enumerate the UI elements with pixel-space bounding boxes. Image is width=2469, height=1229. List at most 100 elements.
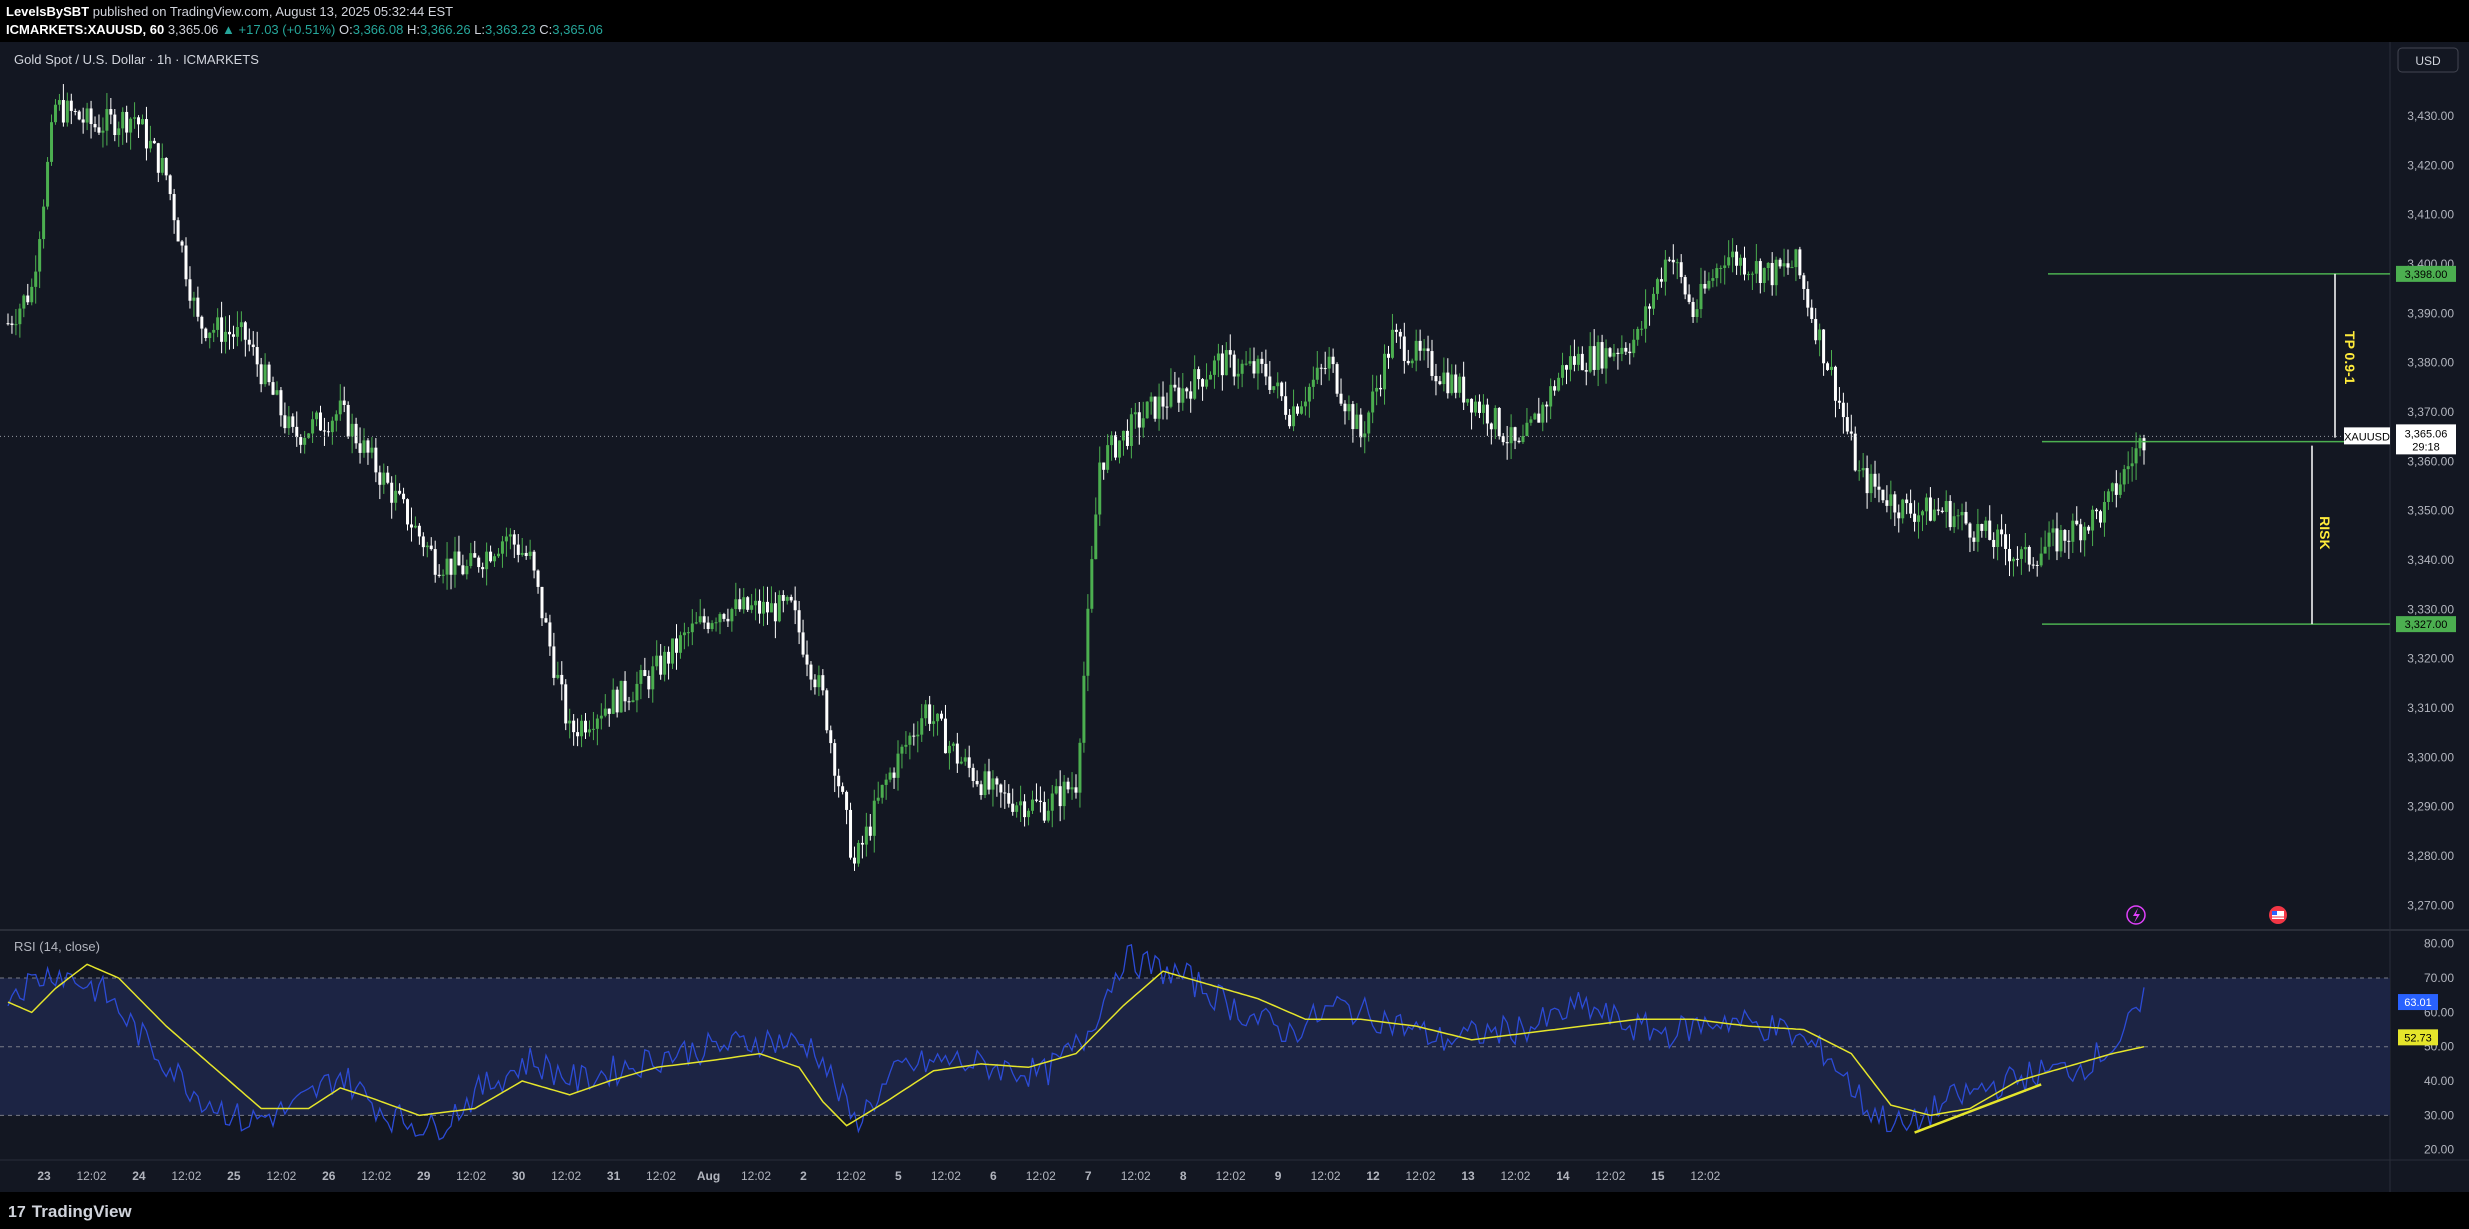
candle-body[interactable] (876, 797, 880, 801)
candle-body[interactable] (38, 239, 42, 272)
candle-body[interactable] (413, 525, 417, 528)
candle-body[interactable] (1185, 388, 1189, 392)
candle-body[interactable] (1023, 801, 1027, 818)
candle-body[interactable] (698, 616, 702, 623)
candle-body[interactable] (1568, 356, 1572, 370)
candle-body[interactable] (793, 600, 797, 611)
candle-body[interactable] (354, 423, 358, 444)
candle-body[interactable] (1137, 412, 1141, 428)
candle-body[interactable] (1327, 356, 1331, 369)
candle-body[interactable] (1818, 329, 1822, 341)
candle-body[interactable] (394, 490, 398, 503)
candle-body[interactable] (2079, 524, 2083, 541)
candle-body[interactable] (1964, 511, 1968, 524)
candle-body[interactable] (1889, 494, 1893, 506)
candle-body[interactable] (1359, 414, 1363, 438)
candle-body[interactable] (1323, 368, 1327, 370)
candle-body[interactable] (311, 419, 315, 434)
candle-body[interactable] (849, 809, 853, 858)
candle-body[interactable] (1070, 787, 1074, 790)
candle-body[interactable] (1054, 786, 1058, 794)
candle-body[interactable] (1090, 559, 1094, 609)
candle-body[interactable] (694, 622, 698, 624)
candle-body[interactable] (247, 339, 251, 345)
candle-body[interactable] (346, 404, 350, 437)
candle-body[interactable] (959, 761, 963, 764)
candle-body[interactable] (540, 586, 544, 619)
candle-body[interactable] (1398, 331, 1402, 337)
candle-body[interactable] (1723, 265, 1727, 268)
candle-body[interactable] (2138, 438, 2142, 449)
candle-body[interactable] (1572, 356, 1576, 365)
currency-button[interactable]: USD (2397, 47, 2459, 73)
candle-body[interactable] (564, 684, 568, 724)
candle-body[interactable] (89, 108, 93, 125)
candle-body[interactable] (1260, 358, 1264, 364)
candle-body[interactable] (1034, 799, 1038, 801)
candle-body[interactable] (1133, 412, 1137, 415)
candle-body[interactable] (445, 558, 449, 575)
candle-body[interactable] (987, 771, 991, 790)
candle-body[interactable] (1118, 440, 1122, 458)
candle-body[interactable] (1596, 342, 1600, 370)
candle-body[interactable] (837, 775, 841, 787)
candle-body[interactable] (1715, 268, 1719, 279)
candle-body[interactable] (1691, 301, 1695, 318)
candle-body[interactable] (1284, 396, 1288, 415)
candle-body[interactable] (1121, 430, 1125, 441)
candle-body[interactable] (129, 118, 133, 133)
candle-body[interactable] (1489, 423, 1493, 430)
candle-body[interactable] (682, 632, 686, 636)
candle-body[interactable] (1814, 318, 1818, 341)
candle-body[interactable] (1355, 414, 1359, 430)
candle-body[interactable] (860, 842, 864, 845)
candle-body[interactable] (1375, 387, 1379, 392)
candle-body[interactable] (1343, 403, 1347, 412)
candle-body[interactable] (307, 433, 311, 438)
candle-body[interactable] (1671, 259, 1675, 263)
candle-body[interactable] (746, 597, 750, 610)
candle-body[interactable] (714, 622, 718, 624)
candle-body[interactable] (845, 791, 849, 810)
candle-body[interactable] (366, 440, 370, 453)
candle-body[interactable] (1758, 261, 1762, 284)
candle-body[interactable] (409, 524, 413, 528)
candle-body[interactable] (390, 482, 394, 503)
candle-body[interactable] (481, 567, 485, 570)
candle-body[interactable] (1849, 431, 1853, 434)
candle-body[interactable] (42, 206, 46, 240)
candle-body[interactable] (1790, 267, 1794, 269)
candle-body[interactable] (516, 544, 520, 555)
candle-body[interactable] (429, 545, 433, 550)
candle-body[interactable] (1913, 513, 1917, 522)
candle-body[interactable] (1640, 328, 1644, 330)
candle-body[interactable] (109, 109, 113, 115)
candle-body[interactable] (322, 430, 326, 432)
candle-body[interactable] (1865, 468, 1869, 494)
candle-body[interactable] (999, 784, 1003, 793)
candle-body[interactable] (176, 220, 180, 242)
candle-body[interactable] (133, 117, 137, 119)
candle-body[interactable] (1711, 278, 1715, 281)
candle-body[interactable] (441, 574, 445, 576)
candle-body[interactable] (2142, 438, 2146, 451)
candle-body[interactable] (1347, 404, 1351, 412)
candle-body[interactable] (1636, 328, 1640, 340)
candle-body[interactable] (121, 111, 125, 129)
candle-body[interactable] (97, 127, 101, 133)
candle-body[interactable] (655, 655, 659, 667)
candle-body[interactable] (1311, 379, 1315, 387)
candle-body[interactable] (1604, 348, 1608, 369)
candle-body[interactable] (1145, 401, 1149, 419)
candle-body[interactable] (1264, 363, 1268, 377)
candle-body[interactable] (1746, 274, 1750, 276)
candle-body[interactable] (884, 779, 888, 785)
candle-body[interactable] (560, 674, 564, 685)
candle-body[interactable] (291, 416, 295, 427)
candle-body[interactable] (34, 271, 38, 287)
candle-body[interactable] (152, 140, 156, 144)
candle-body[interactable] (473, 553, 477, 558)
candle-body[interactable] (1972, 537, 1976, 542)
candle-body[interactable] (73, 110, 77, 112)
candle-body[interactable] (678, 635, 682, 653)
